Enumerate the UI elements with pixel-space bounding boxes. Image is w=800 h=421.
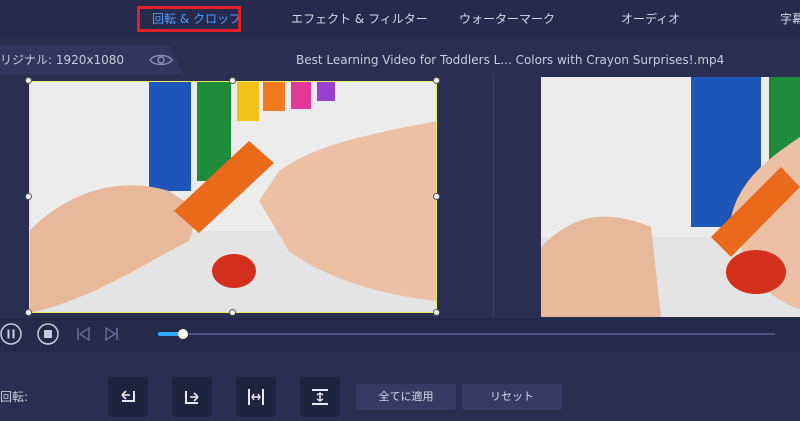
next-frame-icon[interactable] [104,326,120,342]
rotate-right-button[interactable] [172,377,212,417]
progress-track[interactable] [158,333,775,335]
progress-thumb[interactable] [178,329,188,339]
reset-button[interactable]: リセット [462,384,562,410]
rotate-left-button[interactable] [108,377,148,417]
flip-horizontal-button[interactable] [236,377,276,417]
original-resolution: リジナル: 1920x1080 [0,53,125,67]
pause-icon[interactable] [0,323,22,345]
flip-horizontal-icon [248,389,264,405]
tab-watermark[interactable]: ウォーターマーク [459,0,555,38]
active-tab-highlight [137,6,241,32]
previous-frame-icon[interactable] [75,326,91,342]
crop-handle-right[interactable] [433,193,440,200]
crop-handle-bottom-right[interactable] [433,309,440,316]
crop-handle-top[interactable] [229,77,236,84]
crop-handle-top-left[interactable] [25,77,32,84]
crop-handle-left[interactable] [25,193,32,200]
tab-effects-filters[interactable]: エフェクト & フィルター [291,0,428,38]
eye-icon[interactable] [149,53,173,67]
rotate-right-icon [185,391,199,404]
tab-audio[interactable]: オーディオ [621,0,680,38]
crop-handle-top-right[interactable] [433,77,440,84]
crop-handle-bottom-left[interactable] [25,309,32,316]
stop-icon[interactable] [37,323,59,345]
tab-subtitles[interactable]: 字幕 [780,0,800,38]
rotation-label: 回転: [0,390,29,404]
flip-vertical-button[interactable] [300,377,340,417]
output-preview-frame [541,77,800,317]
rotate-left-icon [121,390,135,402]
crop-handle-bottom[interactable] [229,309,236,316]
output-preview-image [541,77,800,317]
crop-frame[interactable] [29,81,437,313]
playback-bar [0,318,800,352]
preview-divider [493,74,494,318]
flip-vertical-icon [312,389,328,405]
apply-to-all-button[interactable]: 全てに適用 [356,384,456,410]
video-filename: Best Learning Video for Toddlers L... Co… [296,53,725,67]
